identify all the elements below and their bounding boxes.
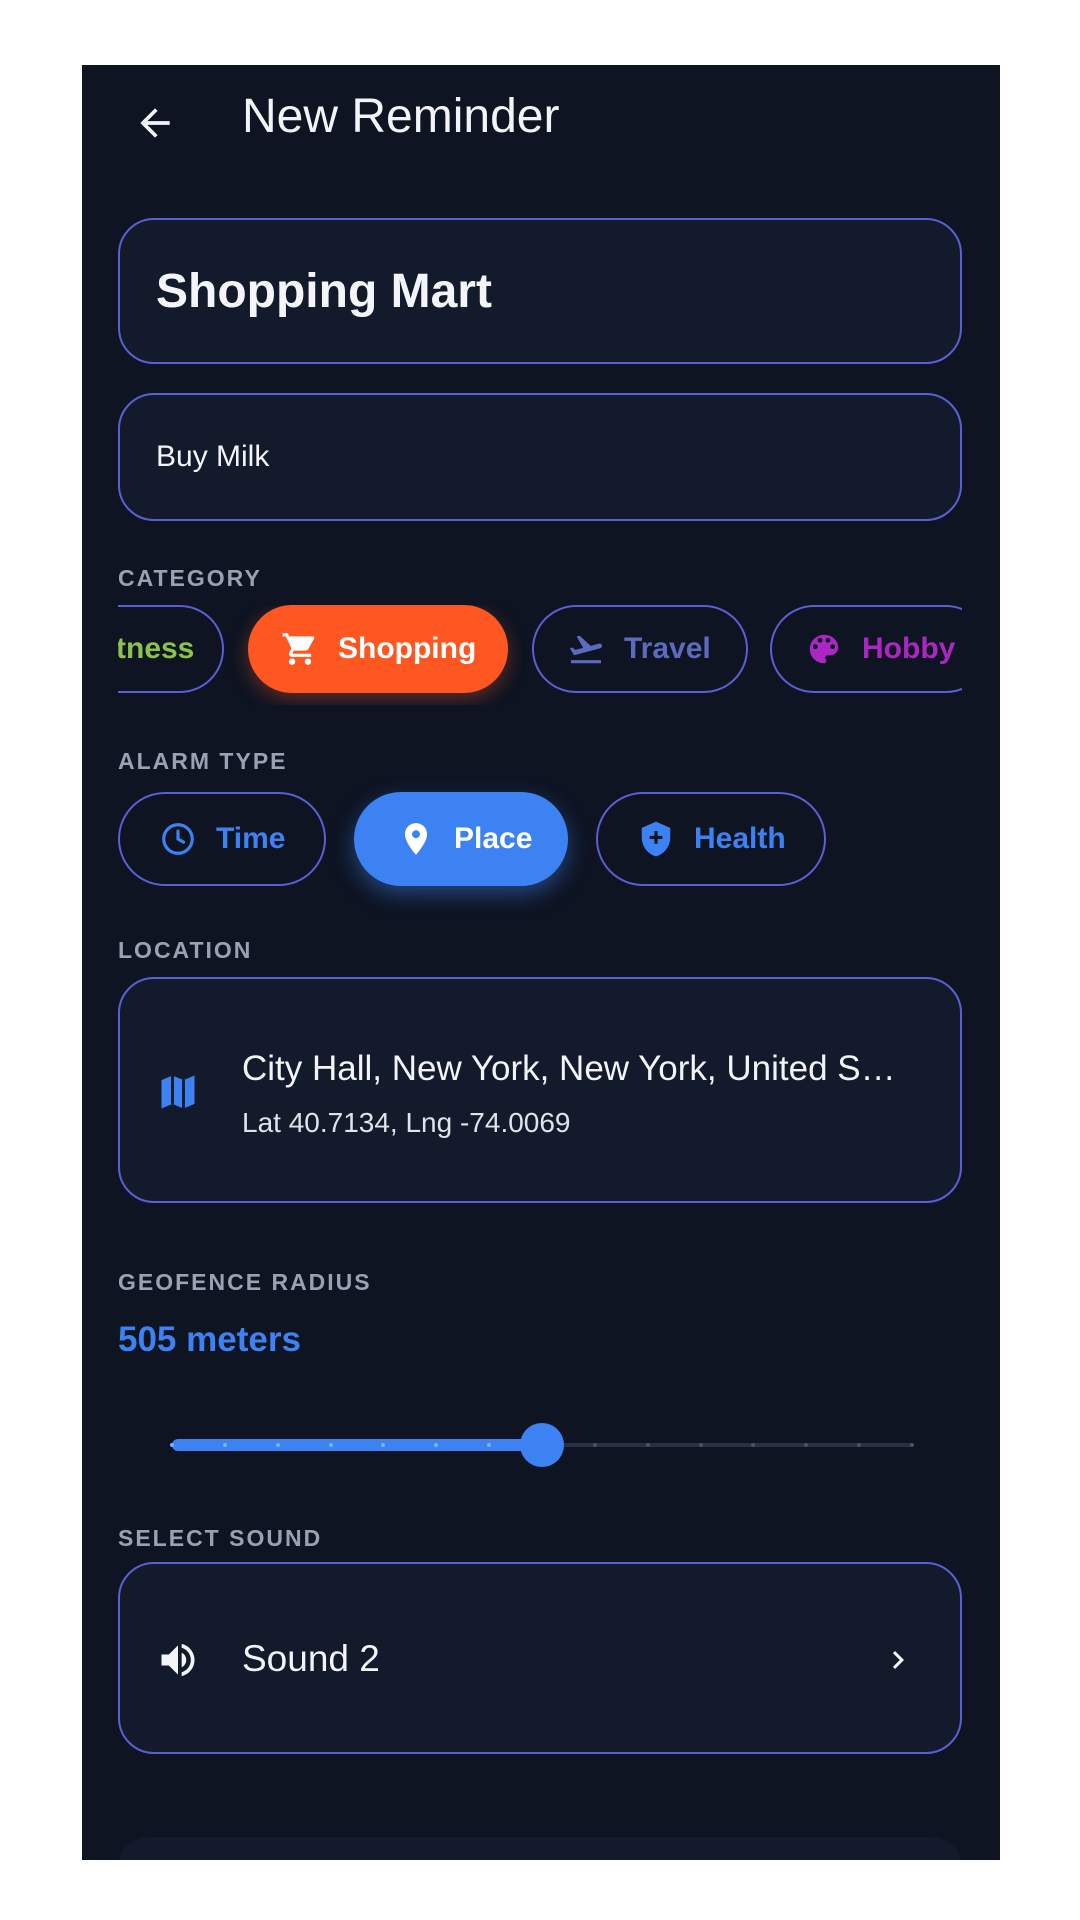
location-coordinates: Lat 40.7134, Lng -74.0069 (242, 1107, 571, 1138)
page-title: New Reminder (242, 90, 560, 143)
location-picker[interactable]: City Hall, New York, New York, United S…… (118, 977, 962, 1203)
geofence-radius-slider[interactable] (170, 1415, 914, 1475)
category-chip-list[interactable]: tness Shopping Travel Hobby (118, 605, 962, 705)
category-chip-label: Shopping (338, 632, 477, 665)
geofence-radius-label: GEOFENCE RADIUS (118, 1269, 372, 1295)
back-button[interactable] (120, 95, 190, 155)
slider-tick (698, 1443, 703, 1447)
note-input[interactable]: Buy Milk (118, 393, 962, 521)
category-chip-shopping[interactable]: Shopping (248, 605, 508, 693)
slider-tick (328, 1443, 333, 1447)
slider-tick (170, 1443, 174, 1447)
slider-tick (592, 1443, 597, 1447)
slider-tick (645, 1443, 650, 1447)
location-pin-icon (396, 819, 436, 859)
category-chip-label: tness (118, 632, 195, 665)
alarm-type-time[interactable]: Time (118, 792, 326, 886)
slider-tick (222, 1443, 227, 1447)
slider-tick (275, 1443, 280, 1447)
arrow-back-icon (133, 101, 177, 150)
volume-icon (156, 1638, 200, 1687)
chevron-right-icon (880, 1642, 916, 1683)
category-label: CATEGORY (118, 565, 262, 591)
cart-icon (280, 629, 320, 669)
note-input-value: Buy Milk (156, 440, 270, 473)
category-chip-hobby[interactable]: Hobby (770, 605, 962, 693)
alarm-type-label-text: Time (216, 822, 286, 855)
alarm-type-health[interactable]: Health (596, 792, 826, 886)
alarm-type-place[interactable]: Place (354, 792, 568, 886)
category-chip-label: Hobby (862, 632, 956, 665)
title-input[interactable]: Shopping Mart (118, 218, 962, 364)
category-chip-label: Travel (624, 632, 711, 665)
sound-value: Sound 2 (242, 1638, 380, 1679)
alarm-type-label-text: Place (454, 822, 533, 855)
flight-takeoff-icon (566, 629, 606, 669)
alarm-type-label-text: Health (694, 822, 786, 855)
category-chip-travel[interactable]: Travel (532, 605, 748, 693)
location-label: LOCATION (118, 937, 253, 963)
title-input-value: Shopping Mart (156, 264, 492, 318)
slider-tick (910, 1443, 914, 1447)
top-app-bar: New Reminder (82, 65, 1000, 175)
shield-plus-icon (636, 819, 676, 859)
geofence-radius-value: 505 meters (118, 1320, 301, 1359)
category-chip-fitness[interactable]: tness (118, 605, 224, 693)
location-name: City Hall, New York, New York, United S… (242, 1049, 896, 1088)
sound-selector[interactable]: Sound 2 (118, 1562, 962, 1754)
alarm-type-label: ALARM TYPE (118, 748, 288, 774)
slider-thumb[interactable] (520, 1423, 564, 1467)
select-sound-label: SELECT SOUND (118, 1525, 323, 1551)
bottom-action-bar (118, 1837, 962, 1860)
map-icon (156, 1070, 200, 1119)
palette-icon (804, 629, 844, 669)
app-screen: New Reminder Shopping Mart Buy Milk CATE… (82, 65, 1000, 1860)
clock-icon (158, 819, 198, 859)
